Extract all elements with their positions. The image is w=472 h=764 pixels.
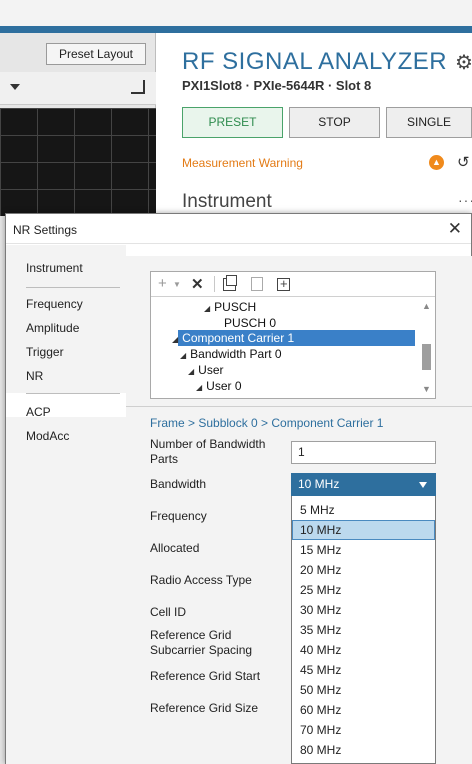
measurement-warning[interactable]: Measurement Warning (182, 156, 303, 170)
bandwidth-option[interactable]: 25 MHz (292, 580, 435, 600)
scroll-up-icon[interactable]: ▲ (422, 301, 431, 311)
tree-node-pusch-0[interactable]: PUSCH 0 (224, 316, 276, 330)
expanded-arrow-icon[interactable]: ◢ (196, 383, 202, 392)
window-top-bar (0, 0, 472, 26)
bandwidth-option[interactable]: 30 MHz (292, 600, 435, 620)
corner-resize-icon[interactable] (131, 80, 145, 94)
more-options-icon[interactable]: ··· (458, 192, 472, 208)
copy-icon-front (226, 275, 237, 286)
ref-grid-start-label: Reference Grid Start (150, 669, 261, 683)
delete-icon[interactable]: ✕ (191, 275, 204, 293)
bandwidth-option[interactable]: 70 MHz (292, 720, 435, 740)
preset-button[interactable]: PRESET (182, 107, 283, 138)
tree-node-label: Bandwidth Part 0 (190, 347, 282, 361)
tree-node-label: User 0 (206, 379, 242, 393)
bandwidth-option[interactable]: 10 MHz (292, 520, 435, 540)
expanded-arrow-icon[interactable]: ◢ (172, 335, 178, 344)
panel-title-instrument: Instrument (182, 191, 272, 212)
expanded-arrow-icon[interactable]: ◢ (204, 304, 210, 313)
nav-divider (26, 393, 120, 394)
tree-toolbar: + ▼ ✕ + (151, 272, 435, 297)
tree-node-pusch[interactable]: ◢ PUSCH (204, 300, 256, 314)
nav-item-modacc[interactable]: ModAcc (26, 429, 69, 443)
bandwidth-select[interactable]: 10 MHz (291, 473, 436, 496)
num-bandwidth-parts-input[interactable]: 1 (291, 441, 436, 464)
tree-node-user[interactable]: ◢ User (188, 363, 224, 377)
bandwidth-dropdown-list[interactable]: 5 MHz 10 MHz 15 MHz 20 MHz 25 MHz 30 MHz 35 MH… (291, 496, 436, 764)
bandwidth-option[interactable]: 60 MHz (292, 700, 435, 720)
bandwidth-option[interactable]: 5 MHz (292, 500, 435, 520)
radio-access-type-label: Radio Access Type (150, 573, 252, 587)
breadcrumb[interactable]: Frame > Subblock 0 > Component Carrier 1 (150, 416, 383, 430)
ref-grid-scs-label: Reference Grid Subcarrier Spacing (150, 628, 253, 657)
dialog-title-bar: NR Settings ✕ (6, 214, 471, 244)
warning-icon[interactable]: ▲ (429, 155, 444, 170)
dialog-title: NR Settings (13, 223, 78, 237)
paste-icon[interactable] (251, 277, 263, 291)
app-title: RF SIGNAL ANALYZER (182, 48, 448, 75)
nav-item-trigger[interactable]: Trigger (26, 345, 64, 359)
num-bandwidth-parts-label: Number of Bandwidth Parts (150, 437, 266, 466)
single-button[interactable]: SINGLE (386, 107, 472, 138)
bandwidth-option[interactable]: 90 MHz (292, 760, 435, 763)
chevron-down-icon[interactable]: ▼ (173, 280, 181, 289)
settings-nav: Instrument Frequency Amplitude Trigger N… (6, 245, 126, 764)
tree-node-component-carrier-1[interactable]: ◢ Component Carrier 1 (172, 331, 294, 345)
bandwidth-option[interactable]: 20 MHz (292, 560, 435, 580)
bandwidth-option[interactable]: 15 MHz (292, 540, 435, 560)
tree-node-label: Component Carrier 1 (182, 331, 295, 345)
bandwidth-option[interactable]: 80 MHz (292, 740, 435, 760)
section-divider (126, 406, 472, 407)
tree-node-label: User (198, 363, 224, 377)
bandwidth-option[interactable]: 40 MHz (292, 640, 435, 660)
nav-item-acp[interactable]: ACP (26, 405, 51, 419)
history-icon[interactable]: ↺ (457, 153, 470, 171)
preset-layout-button[interactable]: Preset Layout (46, 43, 146, 65)
stop-button[interactable]: STOP (289, 107, 380, 138)
toolbar-divider (214, 276, 215, 292)
scroll-down-icon[interactable]: ▼ (422, 384, 431, 394)
spectrum-graph (0, 108, 156, 216)
ref-grid-size-label: Reference Grid Size (150, 701, 259, 715)
settings-content: + ▼ ✕ + ◢ PUSCH PUSCH 0 ◢ Component Carrie… (126, 256, 472, 764)
tree-node-label: PUSCH (214, 300, 257, 314)
chevron-down-icon[interactable] (419, 482, 427, 488)
tree-node-label: PUSCH 0 (224, 316, 277, 330)
bandwidth-option[interactable]: 45 MHz (292, 660, 435, 680)
nr-settings-dialog: NR Settings ✕ Instrument Frequency Ampli… (5, 213, 472, 764)
cell-id-label: Cell ID (150, 605, 187, 619)
expanded-arrow-icon[interactable]: ◢ (180, 351, 186, 360)
nav-divider (26, 287, 120, 288)
carrier-tree: + ▼ ✕ + ◢ PUSCH PUSCH 0 ◢ Component Carrie… (150, 271, 436, 399)
nav-item-amplitude[interactable]: Amplitude (26, 321, 79, 335)
tree-node-bandwidth-part-0[interactable]: ◢ Bandwidth Part 0 (180, 347, 282, 361)
chevron-down-icon[interactable] (10, 84, 20, 90)
duplicate-plus-icon: + (280, 276, 288, 291)
nav-item-frequency[interactable]: Frequency (26, 297, 83, 311)
accent-stripe (0, 26, 472, 33)
bandwidth-option[interactable]: 35 MHz (292, 620, 435, 640)
close-icon[interactable]: ✕ (448, 219, 462, 239)
bandwidth-label: Bandwidth (150, 477, 207, 491)
expanded-arrow-icon[interactable]: ◢ (188, 367, 194, 376)
nav-item-instrument[interactable]: Instrument (26, 261, 83, 275)
add-icon[interactable]: + (158, 275, 167, 292)
gear-icon[interactable]: ⚙ (455, 50, 472, 75)
bandwidth-select-value: 10 MHz (298, 477, 340, 491)
tree-scrollbar[interactable]: ▲ ▼ (419, 298, 435, 398)
scrollbar-thumb[interactable] (422, 344, 431, 370)
bandwidth-option[interactable]: 50 MHz (292, 680, 435, 700)
frequency-label: Frequency (150, 509, 207, 523)
nav-item-nr[interactable]: NR (26, 369, 43, 383)
device-info: PXI1Slot8 · PXIe-5644R · Slot 8 (182, 78, 372, 93)
nav-selected-highlight (6, 393, 126, 417)
allocated-label: Allocated (150, 541, 200, 555)
tree-node-user-0[interactable]: ◢ User 0 (196, 379, 242, 393)
